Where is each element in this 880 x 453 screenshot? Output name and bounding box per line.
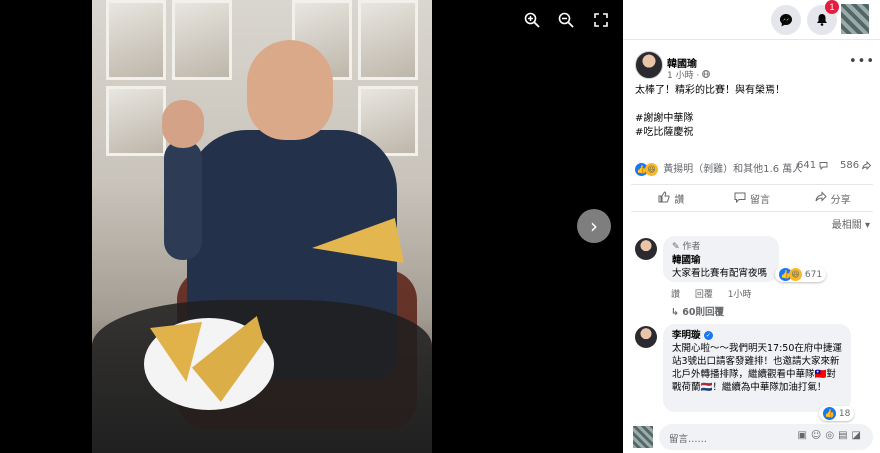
comment-reactions[interactable]: 👍😆 671 [775, 267, 827, 282]
fullscreen-icon[interactable] [591, 12, 611, 32]
pencil-icon: ✎ [672, 242, 680, 252]
comment-reactions[interactable]: 👍 18 [819, 406, 855, 421]
post-stats: 👍😆 黃揚明（剝雞）和其他1.6 萬人 641 586 [635, 160, 873, 176]
comment-like-link[interactable]: 讚 [671, 290, 680, 300]
zoom-in-icon[interactable] [522, 12, 542, 32]
comment-button[interactable]: 留言 [712, 185, 793, 211]
next-photo-button[interactable]: › [577, 209, 611, 243]
like-reaction-icon: 👍 [823, 407, 836, 420]
share-arrow-icon [815, 190, 827, 206]
zoom-out-icon[interactable] [556, 12, 576, 32]
top-bar: 1 [623, 0, 880, 40]
comments-count[interactable]: 641 [797, 160, 828, 171]
post-actions: 讚 留言 分享 [631, 184, 873, 212]
gif-icon[interactable]: ▤ [838, 430, 851, 441]
post-panel: 1 韓國瑜 1 小時 · ••• 太棒了！精彩的比賽！與有榮焉！ #謝謝中華隊 … [623, 0, 880, 453]
verified-badge-icon: ✓ [703, 331, 713, 340]
chevron-right-icon: › [590, 214, 598, 238]
comment-composer: 留言…… ▣☺◎▤◪ [633, 424, 873, 450]
reactions-summary[interactable]: 黃揚明（剝雞）和其他1.6 萬人 [663, 164, 802, 175]
comment-bubble-icon [734, 191, 746, 206]
share-button[interactable]: 分享 [792, 185, 873, 211]
comment-bubble: ✎ 作者 韓國瑜 大家看比賽有配宵夜嗎 [663, 236, 779, 282]
post-body: 太棒了！精彩的比賽！與有榮焉！ #謝謝中華隊 #吃比薩慶祝 [635, 84, 785, 140]
author-tag: ✎ 作者 [672, 242, 701, 252]
hashtag-link[interactable]: #吃比薩慶祝 [635, 126, 785, 140]
messenger-button[interactable] [771, 5, 801, 35]
comment-author[interactable]: 李明璇 ✓ [672, 329, 842, 342]
thumbs-up-icon [658, 190, 670, 206]
comment-icon [819, 160, 828, 171]
more-options-icon[interactable]: ••• [849, 54, 875, 69]
comment-actions: 讚 回覆 1小時 [671, 287, 752, 300]
comment-time[interactable]: 1小時 [728, 290, 752, 300]
comment-text: 太開心啦～～我們明天17:50在府中捷運站3號出口請客發雞排！也邀請大家來新北戶… [672, 343, 842, 393]
share-icon [862, 160, 872, 171]
author-avatar[interactable] [635, 51, 663, 79]
comment-text: 大家看比賽有配宵夜嗎 [672, 268, 768, 279]
comment-reply-link[interactable]: 回覆 [695, 290, 713, 300]
messenger-icon [779, 14, 793, 31]
globe-icon [702, 70, 711, 81]
post-text-line: 太棒了！精彩的比賽！與有榮焉！ [635, 85, 785, 96]
comment-input[interactable]: 留言…… ▣☺◎▤◪ [659, 424, 873, 450]
comment-sort-dropdown[interactable]: 最相關 ▾ [832, 216, 870, 231]
bell-icon [816, 14, 828, 30]
my-avatar [633, 426, 653, 448]
camera-icon[interactable]: ◎ [825, 430, 838, 441]
hashtag-link[interactable]: #謝謝中華隊 [635, 112, 785, 126]
comment-bubble: 李明璇 ✓ 太開心啦～～我們明天17:50在府中捷運站3號出口請客發雞排！也邀請… [663, 324, 851, 412]
emoji-icon[interactable]: ☺ [811, 430, 825, 441]
like-button[interactable]: 讚 [631, 185, 712, 211]
post-time[interactable]: 1 小時 [667, 71, 694, 81]
caret-down-icon: ▾ [864, 220, 870, 231]
comment-avatar[interactable] [635, 326, 657, 348]
haha-reaction-icon: 😆 [789, 268, 802, 281]
photo-viewer: › [0, 0, 623, 453]
reply-arrow-icon: ↳ [671, 307, 679, 318]
sticker-icon[interactable]: ▣ [797, 430, 810, 441]
notification-badge: 1 [825, 0, 839, 14]
account-avatar[interactable] [841, 4, 869, 34]
post-photo[interactable] [92, 0, 432, 453]
post-meta: 1 小時 · [667, 68, 711, 81]
comment-avatar[interactable] [635, 238, 657, 260]
shares-count[interactable]: 586 [840, 160, 872, 171]
comment-author[interactable]: 韓國瑜 [672, 254, 770, 267]
sticker-pack-icon[interactable]: ◪ [852, 430, 865, 441]
view-replies-link[interactable]: ↳ 60則回覆 [671, 304, 724, 318]
haha-reaction-icon: 😆 [645, 162, 658, 176]
